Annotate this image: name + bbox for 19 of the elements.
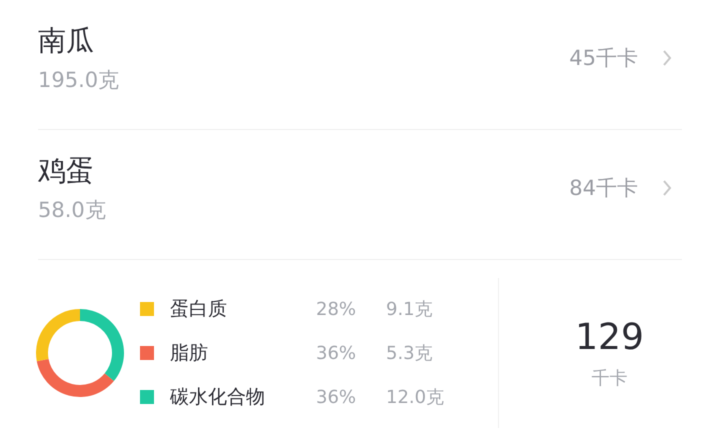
nutrient-name: 蛋白质	[170, 297, 228, 322]
nutrient-percent: 36%	[316, 342, 358, 364]
nutrient-amount: 12.0克	[386, 386, 446, 409]
nutrient-percent: 36%	[316, 386, 358, 408]
nutrient-amount: 9.1克	[386, 298, 434, 321]
chevron-right-icon[interactable]	[662, 48, 672, 66]
food-weight: 195.0克	[38, 66, 120, 94]
total-calories: 129	[575, 316, 644, 358]
food-calories: 45千卡	[569, 44, 638, 72]
food-name: 南瓜	[38, 22, 95, 58]
chevron-right-icon[interactable]	[662, 178, 672, 196]
nutrient-percent: 28%	[316, 298, 358, 320]
food-weight: 58.0克	[38, 196, 107, 224]
nutrient-name: 碳水化合物	[170, 385, 266, 410]
nutrient-name: 脂肪	[170, 341, 209, 366]
calorie-unit: 千卡	[592, 366, 628, 390]
food-calories: 84千卡	[569, 174, 638, 202]
food-name: 鸡蛋	[38, 152, 95, 188]
nutrient-amount: 5.3克	[386, 342, 434, 365]
